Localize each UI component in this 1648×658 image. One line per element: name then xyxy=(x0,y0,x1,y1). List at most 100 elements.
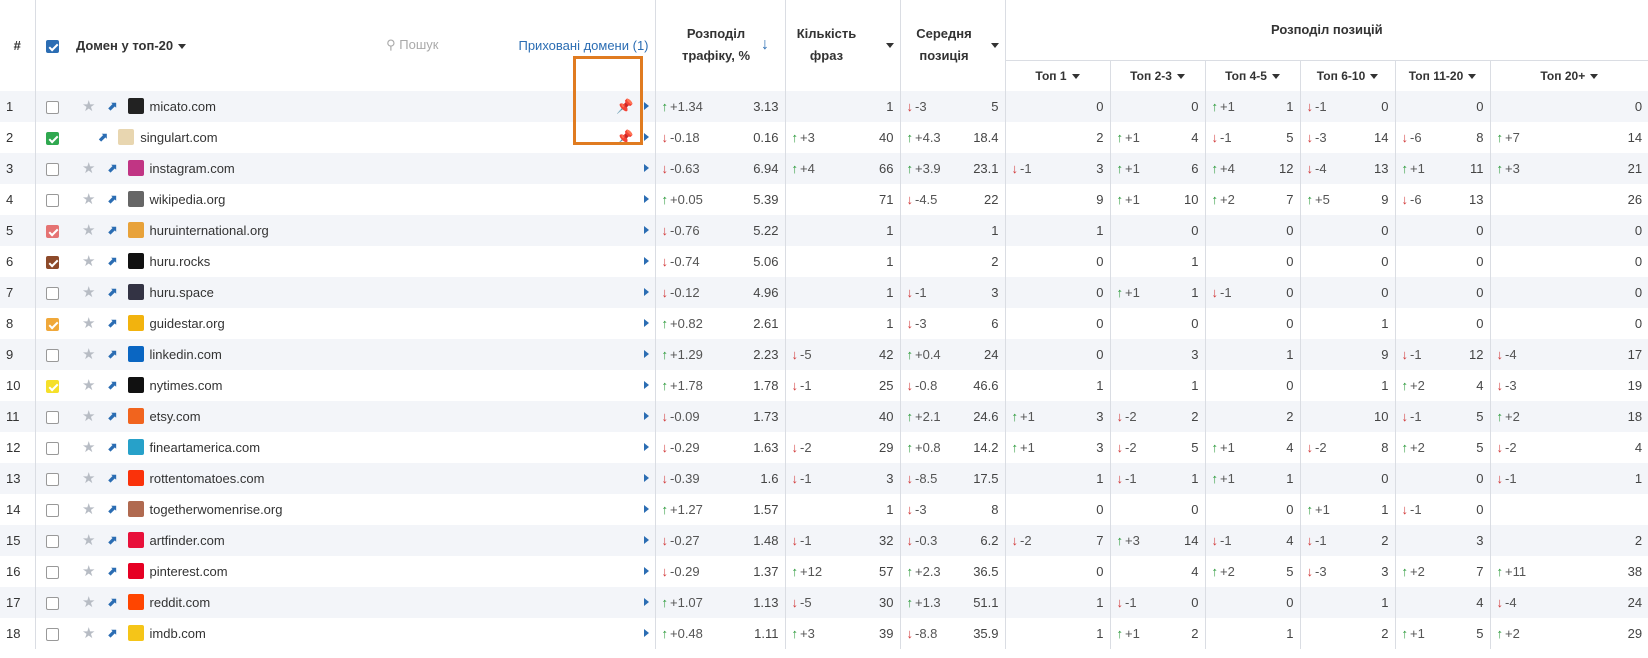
external-link-icon[interactable]: ⬈ xyxy=(107,347,117,361)
external-link-icon[interactable]: ⬈ xyxy=(107,533,117,547)
row-checkbox[interactable] xyxy=(46,131,60,145)
domain-name[interactable]: guidestar.org xyxy=(150,316,225,331)
header-avg-pos[interactable]: Середня позиція xyxy=(899,0,1005,91)
row-checkbox-cell[interactable] xyxy=(34,245,70,277)
row-checkbox-cell[interactable] xyxy=(34,369,70,401)
star-icon[interactable]: ★ xyxy=(82,438,95,456)
row-checkbox-cell[interactable] xyxy=(34,586,70,618)
table-row[interactable]: 15 ★ ⬈ artfinder.com ↓ -0.27 1.48 ↓ -1 32 ↓ -0.3 6.2… xyxy=(0,524,1648,556)
star-icon[interactable]: ★ xyxy=(82,345,95,363)
expand-row-icon[interactable] xyxy=(643,350,649,358)
row-checkbox-cell[interactable] xyxy=(34,524,70,556)
row-checkbox[interactable] xyxy=(46,348,60,362)
star-icon[interactable]: ★ xyxy=(82,500,95,518)
table-row[interactable]: 7 ★ ⬈ huru.space ↓ -0.12 4.96 1 ↓ -1 3 0 ↑ +1 1 ↓ -1 0 0 0 0 xyxy=(0,276,1648,308)
external-link-icon[interactable]: ⬈ xyxy=(107,564,117,578)
pin-icon[interactable]: 📌 xyxy=(616,129,633,146)
external-link-icon[interactable]: ⬈ xyxy=(107,99,117,113)
expand-row-icon[interactable] xyxy=(643,226,649,234)
domain-name[interactable]: imdb.com xyxy=(150,626,206,641)
star-icon[interactable]: ★ xyxy=(82,624,95,642)
header-top-col[interactable]: Топ 6-10 xyxy=(1299,59,1395,91)
expand-row-icon[interactable] xyxy=(643,443,649,451)
domain-name[interactable]: rottentomatoes.com xyxy=(150,471,265,486)
external-link-icon[interactable]: ⬈ xyxy=(107,409,117,423)
expand-row-icon[interactable] xyxy=(643,288,649,296)
table-row[interactable]: 11 ★ ⬈ etsy.com ↓ -0.09 1.73 40 ↑ +2.1 24.6 ↑ +1 3 ↓ -2… xyxy=(0,400,1648,432)
row-checkbox[interactable] xyxy=(46,627,60,641)
header-select-all[interactable] xyxy=(34,0,70,91)
domain-column-dropdown[interactable]: Домен у топ-20 xyxy=(76,38,187,53)
external-link-icon[interactable]: ⬈ xyxy=(107,502,117,516)
domain-name[interactable]: pinterest.com xyxy=(150,564,228,579)
table-row[interactable]: 4 ★ ⬈ wikipedia.org ↑ +0.05 5.39 71 ↓ -4.5 22 9 ↑ +1 1… xyxy=(0,183,1648,215)
external-link-icon[interactable]: ⬈ xyxy=(107,316,117,330)
star-icon[interactable]: ★ xyxy=(82,314,95,332)
star-icon[interactable]: ★ xyxy=(82,593,95,611)
row-checkbox[interactable] xyxy=(46,255,60,269)
hidden-domains-link[interactable]: Приховані домени (1) xyxy=(518,38,648,53)
star-icon[interactable]: ★ xyxy=(82,283,95,301)
row-checkbox[interactable] xyxy=(46,317,60,331)
row-checkbox[interactable] xyxy=(46,534,60,548)
external-link-icon[interactable]: ⬈ xyxy=(107,285,117,299)
external-link-icon[interactable]: ⬈ xyxy=(107,471,117,485)
expand-row-icon[interactable] xyxy=(643,133,649,141)
expand-row-icon[interactable] xyxy=(643,257,649,265)
table-row[interactable]: 5 ★ ⬈ huruinternational.org ↓ -0.76 5.22 1 1 1 0 0 0… xyxy=(0,214,1648,246)
row-checkbox-cell[interactable] xyxy=(34,214,70,246)
expand-row-icon[interactable] xyxy=(643,505,649,513)
row-checkbox[interactable] xyxy=(46,472,60,486)
row-checkbox-cell[interactable] xyxy=(34,90,70,122)
expand-row-icon[interactable] xyxy=(643,536,649,544)
expand-row-icon[interactable] xyxy=(643,412,649,420)
row-checkbox-cell[interactable] xyxy=(34,431,70,463)
row-checkbox[interactable] xyxy=(46,100,60,114)
table-row[interactable]: 14 ★ ⬈ togetherwomenrise.org ↑ +1.27 1.57 1 ↓ -3 8… xyxy=(0,493,1648,525)
header-phrases[interactable]: Кількість фраз xyxy=(784,0,900,91)
domain-name[interactable]: fineartamerica.com xyxy=(150,440,261,455)
external-link-icon[interactable]: ⬈ xyxy=(107,223,117,237)
external-link-icon[interactable]: ⬈ xyxy=(107,378,117,392)
star-icon[interactable]: ★ xyxy=(82,531,95,549)
header-top-col[interactable]: Топ 11-20 xyxy=(1394,59,1490,91)
row-checkbox-cell[interactable] xyxy=(34,183,70,215)
star-icon[interactable]: ★ xyxy=(82,407,95,425)
star-icon[interactable]: ★ xyxy=(82,376,95,394)
row-checkbox-cell[interactable] xyxy=(34,276,70,308)
table-row[interactable]: 8 ★ ⬈ guidestar.org ↑ +0.82 2.61 1 ↓ -3 6 0 0 0 1 0 0 xyxy=(0,307,1648,339)
expand-row-icon[interactable] xyxy=(643,102,649,110)
star-icon[interactable]: ★ xyxy=(82,159,95,177)
domain-name[interactable]: linkedin.com xyxy=(150,347,222,362)
row-checkbox-cell[interactable] xyxy=(34,555,70,587)
table-row[interactable]: 6 ★ ⬈ huru.rocks ↓ -0.74 5.06 1 2 0 1 0 0 0 0 xyxy=(0,245,1648,277)
pin-icon[interactable]: 📌 xyxy=(616,98,633,115)
row-checkbox[interactable] xyxy=(46,379,60,393)
row-checkbox[interactable] xyxy=(46,441,60,455)
search-field[interactable]: ⚲ Пошук xyxy=(386,37,438,53)
header-top-col[interactable]: Топ 2-3 xyxy=(1109,59,1205,91)
row-checkbox[interactable] xyxy=(46,565,60,579)
row-checkbox[interactable] xyxy=(46,224,60,238)
domain-name[interactable]: huru.rocks xyxy=(150,254,211,269)
table-row[interactable]: 3 ★ ⬈ instagram.com ↓ -0.63 6.94 ↑ +4 66 ↑ +3.9 23.1… xyxy=(0,152,1648,184)
header-top-col[interactable]: Топ 20+ xyxy=(1489,59,1648,91)
row-checkbox-cell[interactable] xyxy=(34,400,70,432)
expand-row-icon[interactable] xyxy=(643,629,649,637)
row-checkbox[interactable] xyxy=(46,193,60,207)
domain-name[interactable]: etsy.com xyxy=(150,409,201,424)
star-icon[interactable]: ★ xyxy=(82,190,95,208)
domain-name[interactable]: wikipedia.org xyxy=(150,192,226,207)
expand-row-icon[interactable] xyxy=(643,598,649,606)
external-link-icon[interactable]: ⬈ xyxy=(107,254,117,268)
row-checkbox-cell[interactable] xyxy=(34,462,70,494)
external-link-icon[interactable]: ⬈ xyxy=(107,440,117,454)
row-checkbox-cell[interactable] xyxy=(34,307,70,339)
expand-row-icon[interactable] xyxy=(643,195,649,203)
header-traffic[interactable]: Розподіл трафіку, % ↓ xyxy=(654,0,785,91)
table-row[interactable]: 10 ★ ⬈ nytimes.com ↑ +1.78 1.78 ↓ -1 25 ↓ -0.8 46.6 1… xyxy=(0,369,1648,401)
expand-row-icon[interactable] xyxy=(643,474,649,482)
expand-row-icon[interactable] xyxy=(643,319,649,327)
expand-row-icon[interactable] xyxy=(643,381,649,389)
domain-name[interactable]: artfinder.com xyxy=(150,533,225,548)
